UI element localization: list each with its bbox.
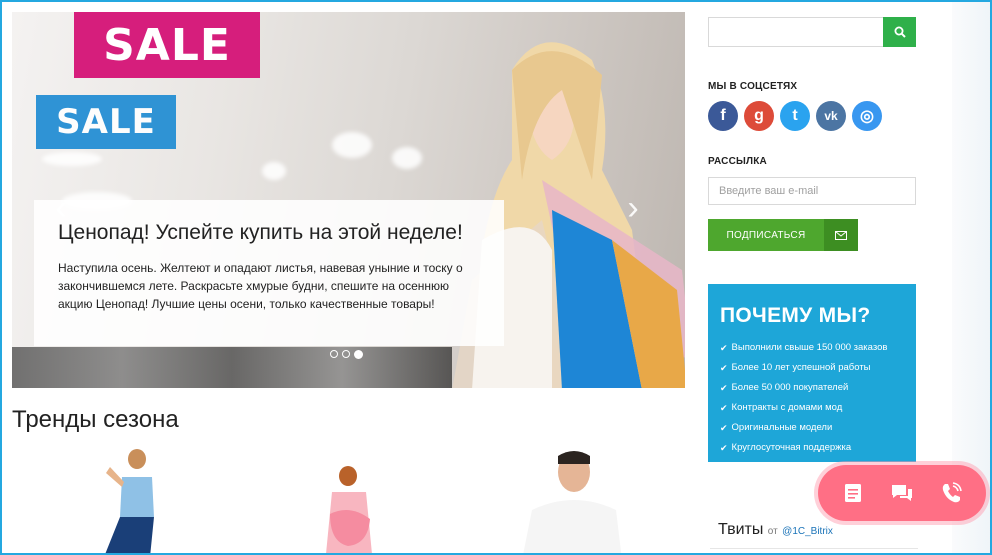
crowd-blur — [12, 347, 452, 388]
tweets-title: Твиты — [718, 521, 764, 538]
list-item-text: Выполнили свыше 150 000 заказов — [731, 342, 888, 353]
list-item: ✔ Оригинальные модели — [720, 418, 904, 438]
slide-title: Ценопад! Успейте купить на этой неделе! — [58, 221, 463, 244]
list-item-text: Более 10 лет успешной работы — [731, 362, 871, 373]
list-item-text: Контракты с домами мод — [731, 402, 843, 413]
vk-icon[interactable]: vk — [816, 101, 846, 131]
bokeh-light — [42, 152, 102, 166]
trends-heading: Тренды сезона — [12, 406, 179, 433]
check-icon: ✔ — [720, 363, 728, 373]
slider-next-button[interactable]: › — [624, 190, 642, 226]
search-input[interactable] — [708, 17, 883, 47]
check-icon: ✔ — [720, 383, 728, 393]
browser-frame: SALE SALE ‹ › Ценопад! Успейте купить на… — [0, 0, 992, 555]
why-us-title: ПОЧЕМУ МЫ? — [720, 304, 871, 327]
trend-model-image[interactable] — [310, 464, 390, 555]
social-heading: МЫ В СОЦСЕТЯХ — [708, 81, 798, 92]
bokeh-light — [262, 162, 286, 180]
twitter-icon[interactable]: t — [780, 101, 810, 131]
check-icon: ✔ — [720, 343, 728, 353]
check-icon: ✔ — [720, 443, 728, 453]
newsletter-heading: РАССЫЛКА — [708, 156, 767, 167]
list-item: ✔ Круглосуточная поддержка — [720, 438, 904, 458]
list-item-text: Круглосуточная поддержка — [731, 442, 852, 453]
envelope-icon — [824, 219, 858, 251]
check-icon: ✔ — [720, 423, 728, 433]
list-item-text: Более 50 000 покупателей — [731, 382, 849, 393]
bokeh-light — [332, 132, 372, 158]
why-us-banner: ПОЧЕМУ МЫ? ✔ Выполнили свыше 150 000 зака… — [708, 284, 916, 462]
social-icons: f g t vk ◎ — [708, 101, 918, 131]
check-icon: ✔ — [720, 403, 728, 413]
call-button[interactable] — [934, 476, 968, 510]
list-item: ✔ Более 50 000 покупателей — [720, 378, 904, 398]
list-item: ✔ Выполнили свыше 150 000 заказов — [720, 338, 904, 358]
search-button[interactable] — [883, 17, 916, 47]
slider-dot-active[interactable] — [354, 350, 363, 359]
hero-slider[interactable]: SALE SALE ‹ › Ценопад! Успейте купить на… — [12, 12, 685, 388]
chat-icon — [891, 485, 912, 501]
slider-dot[interactable] — [330, 350, 338, 358]
subscribe-label: ПОДПИСАТЬСЯ — [708, 219, 824, 251]
email-field[interactable] — [708, 177, 916, 205]
trend-model-image[interactable] — [92, 447, 172, 555]
contact-widget — [818, 465, 986, 521]
list-item-text: Оригинальные модели — [731, 422, 833, 433]
sale-sign: SALE — [74, 12, 260, 78]
form-icon — [844, 484, 861, 502]
trend-model-image[interactable] — [512, 450, 632, 555]
sale-sign: SALE — [36, 95, 176, 149]
slide-text: Наступила осень. Желтеют и опадают листь… — [58, 261, 463, 312]
google-plus-icon[interactable]: g — [744, 101, 774, 131]
slide-caption: Ценопад! Успейте купить на этой неделе! … — [34, 200, 504, 346]
divider — [710, 548, 918, 549]
slider-dot[interactable] — [342, 350, 350, 358]
chat-button[interactable] — [885, 476, 919, 510]
search-icon — [894, 26, 906, 38]
bokeh-light — [392, 147, 422, 169]
facebook-icon[interactable]: f — [708, 101, 738, 131]
phone-icon — [943, 482, 963, 503]
tweets-heading: Твиты от @1C_Bitrix — [718, 521, 833, 539]
list-item: ✔ Более 10 лет успешной работы — [720, 358, 904, 378]
instagram-icon[interactable]: ◎ — [852, 101, 882, 131]
search-form — [708, 17, 918, 47]
list-item: ✔ Контракты с домами мод — [720, 398, 904, 418]
sidebar: МЫ В СОЦСЕТЯХ f g t vk ◎ РАССЫЛКА ПОДПИС… — [708, 17, 918, 462]
slider-dots — [330, 350, 363, 359]
subscribe-button[interactable]: ПОДПИСАТЬСЯ — [708, 219, 858, 251]
why-us-list: ✔ Выполнили свыше 150 000 заказов ✔ Более … — [720, 338, 904, 458]
tweets-from: от — [767, 526, 778, 537]
form-button[interactable] — [836, 476, 870, 510]
tweets-handle-link[interactable]: @1C_Bitrix — [782, 526, 833, 537]
